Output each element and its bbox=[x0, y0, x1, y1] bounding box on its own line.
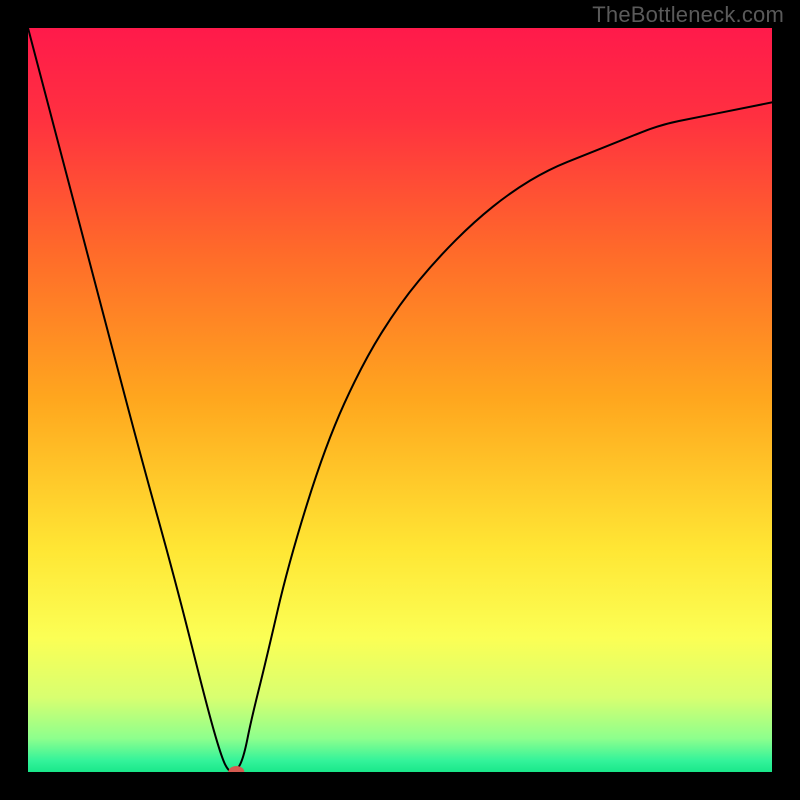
plot-area bbox=[28, 28, 772, 772]
watermark-text: TheBottleneck.com bbox=[592, 2, 784, 28]
chart-container: TheBottleneck.com bbox=[0, 0, 800, 800]
gradient-background bbox=[28, 28, 772, 772]
chart-svg bbox=[28, 28, 772, 772]
